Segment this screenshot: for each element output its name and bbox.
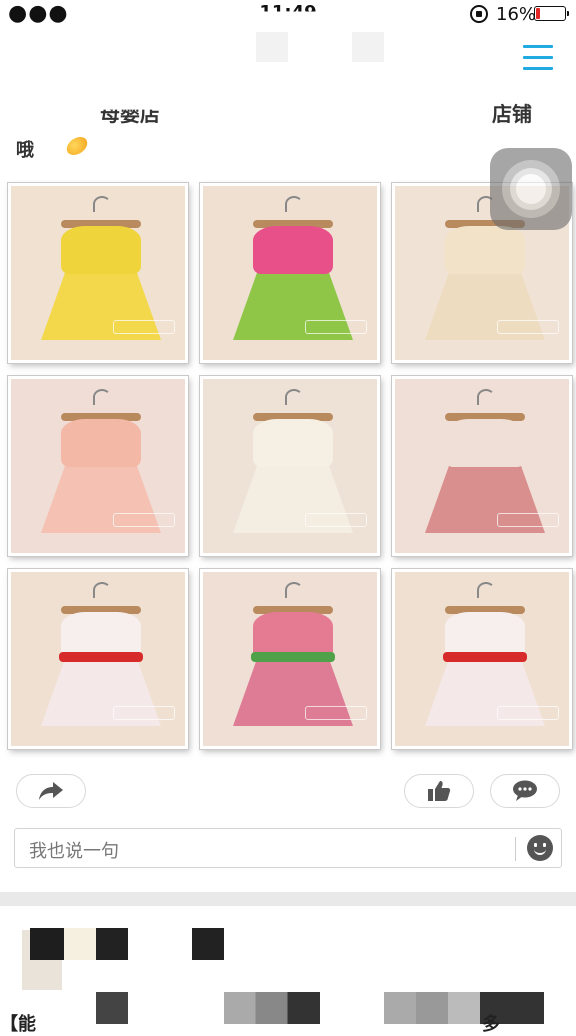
blurred-region	[224, 992, 320, 1024]
mango-emoji-icon	[63, 134, 91, 158]
photo-cherry-print-dress[interactable]	[8, 569, 188, 749]
photo-ivory-lace-dress[interactable]	[200, 376, 380, 556]
watermark	[113, 706, 175, 720]
watermark	[497, 320, 559, 334]
hamburger-menu-icon	[523, 45, 553, 48]
watermark	[113, 320, 175, 334]
hanger-hook-icon	[477, 389, 495, 405]
photo-pink-suspender-skirt[interactable]	[392, 376, 572, 556]
dress-bodice	[61, 226, 141, 274]
dress-sash	[59, 652, 143, 662]
store-title-partial: 母婴店	[100, 102, 160, 126]
hanger-hook-icon	[285, 582, 303, 598]
hanger-hook-icon	[93, 582, 111, 598]
dress-bodice	[253, 226, 333, 274]
blurred-region	[64, 928, 96, 960]
comment-button[interactable]	[490, 774, 560, 808]
dress-bodice	[445, 226, 525, 274]
chat-bubble-icon	[513, 780, 537, 801]
photo-pink-green-dress[interactable]	[200, 183, 380, 363]
photo-cherry-print-dress[interactable]	[392, 569, 572, 749]
blurred-region	[192, 928, 224, 960]
watermark	[113, 513, 175, 527]
hanger-hook-icon	[93, 389, 111, 405]
battery-percent: 16%	[496, 4, 537, 25]
dress-bodice	[61, 419, 141, 467]
assistive-touch-button[interactable]	[490, 148, 572, 230]
watermark	[305, 320, 367, 334]
divider	[515, 837, 516, 861]
photo-pink-plaid-dress[interactable]	[200, 569, 380, 749]
blurred-region	[256, 32, 288, 62]
emoji-smile-icon[interactable]	[527, 835, 553, 861]
comment-placeholder: 我也说一句	[29, 841, 119, 862]
watermark	[497, 513, 559, 527]
watermark	[497, 706, 559, 720]
watermark	[305, 513, 367, 527]
hamburger-menu-icon	[523, 56, 553, 59]
blurred-region	[96, 928, 128, 960]
share-button[interactable]	[16, 774, 86, 808]
blurred-region	[352, 32, 384, 62]
dress-bodice	[445, 419, 525, 467]
thumbs-up-icon	[428, 781, 451, 801]
blurred-region	[96, 992, 128, 1024]
next-post-title-partial: 【能	[0, 1014, 36, 1035]
hanger-hook-icon	[477, 582, 495, 598]
status-time: 11:49	[259, 2, 317, 23]
dress-sash	[251, 652, 335, 662]
photo-peach-tulle-dress[interactable]	[8, 376, 188, 556]
hamburger-menu-icon	[523, 67, 553, 70]
hanger-hook-icon	[285, 196, 303, 212]
share-arrow-icon	[39, 782, 63, 800]
blurred-region	[30, 928, 64, 960]
comment-input[interactable]: 我也说一句	[14, 828, 562, 868]
battery-icon	[534, 6, 569, 21]
photo-yellow-dress[interactable]	[8, 183, 188, 363]
watermark	[305, 706, 367, 720]
dress-bodice	[253, 419, 333, 467]
orientation-lock-icon	[470, 5, 488, 23]
like-button[interactable]	[404, 774, 474, 808]
dress-sash	[443, 652, 527, 662]
status-bar: ●●● 11:49 16%	[0, 0, 576, 30]
menu-button[interactable]	[520, 40, 556, 76]
hanger-hook-icon	[93, 196, 111, 212]
blurred-region	[384, 992, 544, 1024]
next-post-text-partial: 多	[482, 1014, 500, 1035]
store-title: 店铺	[492, 102, 532, 126]
post-text: 哦	[16, 140, 34, 161]
hanger-hook-icon	[285, 389, 303, 405]
